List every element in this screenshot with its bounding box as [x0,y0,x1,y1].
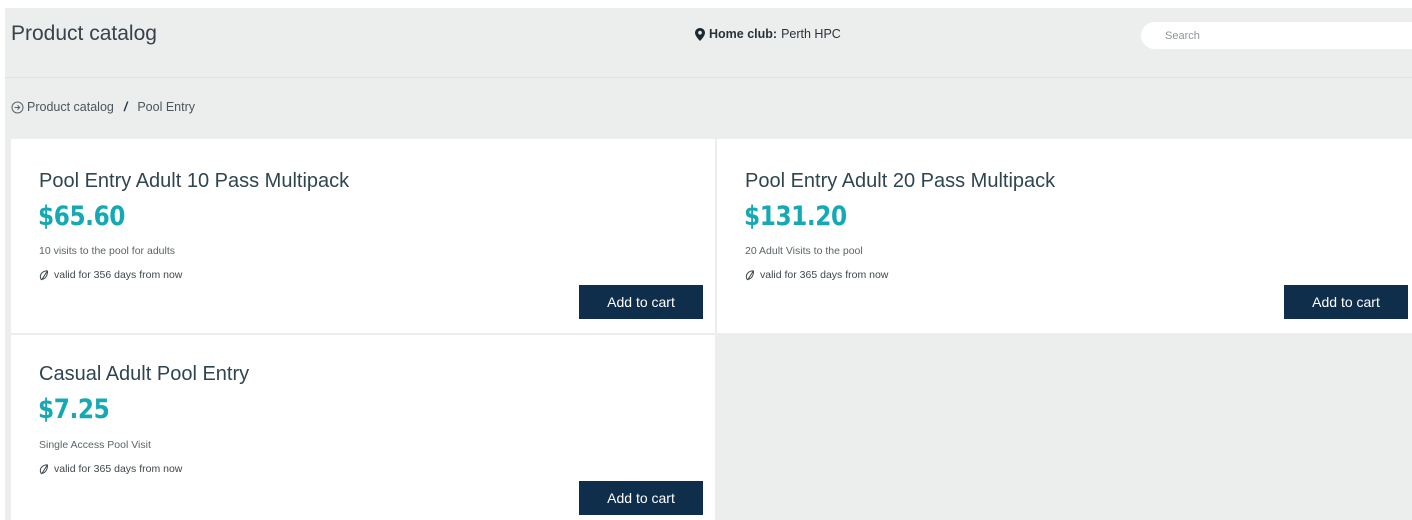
validity-text: valid for 365 days from now [760,269,889,281]
leaf-icon [745,269,755,280]
breadcrumb-separator: / [123,100,128,114]
product-validity: valid for 365 days from now [745,269,888,281]
add-to-cart-button[interactable]: Add to cart [579,481,703,515]
product-description: Single Access Pool Visit [39,439,151,451]
product-title[interactable]: Pool Entry Adult 20 Pass Multipack [745,170,1055,193]
home-club-label: Home club: [709,27,778,41]
home-club-indicator: Home club: Perth HPC [695,27,841,41]
product-description: 10 visits to the pool for adults [39,245,175,257]
add-to-cart-button[interactable]: Add to cart [1284,285,1408,319]
product-title[interactable]: Casual Adult Pool Entry [39,363,249,386]
product-validity: valid for 356 days from now [39,269,182,281]
product-card: Pool Entry Adult 10 Pass Multipack $65.6… [11,139,715,333]
map-pin-icon [695,27,705,41]
breadcrumb-link-product-catalog[interactable]: Product catalog [27,100,114,114]
validity-text: valid for 356 days from now [54,269,183,281]
header-bar: Product catalog Home club: Perth HPC [5,8,1412,78]
home-club-value[interactable]: Perth HPC [781,27,841,41]
product-price: $65.60 [38,201,126,232]
leaf-icon [39,269,49,280]
validity-text: valid for 365 days from now [54,463,183,475]
product-title[interactable]: Pool Entry Adult 10 Pass Multipack [39,170,349,193]
product-description: 20 Adult Visits to the pool [745,245,863,257]
page-title: Product catalog [11,22,157,45]
leaf-icon [39,463,49,474]
product-card: Casual Adult Pool Entry $7.25 Single Acc… [11,335,715,520]
product-validity: valid for 365 days from now [39,463,182,475]
product-price: $7.25 [38,394,110,425]
login-arrow-icon [11,101,24,113]
breadcrumb-bar: Product catalog / Pool Entry [5,78,1412,139]
product-card: Pool Entry Adult 20 Pass Multipack $131.… [717,139,1412,333]
top-strip [0,0,1412,8]
add-to-cart-button[interactable]: Add to cart [579,285,703,319]
breadcrumb-current: Pool Entry [137,100,196,114]
product-price: $131.20 [744,201,847,232]
breadcrumb: Product catalog / Pool Entry [11,100,195,114]
search-input[interactable] [1141,22,1412,49]
